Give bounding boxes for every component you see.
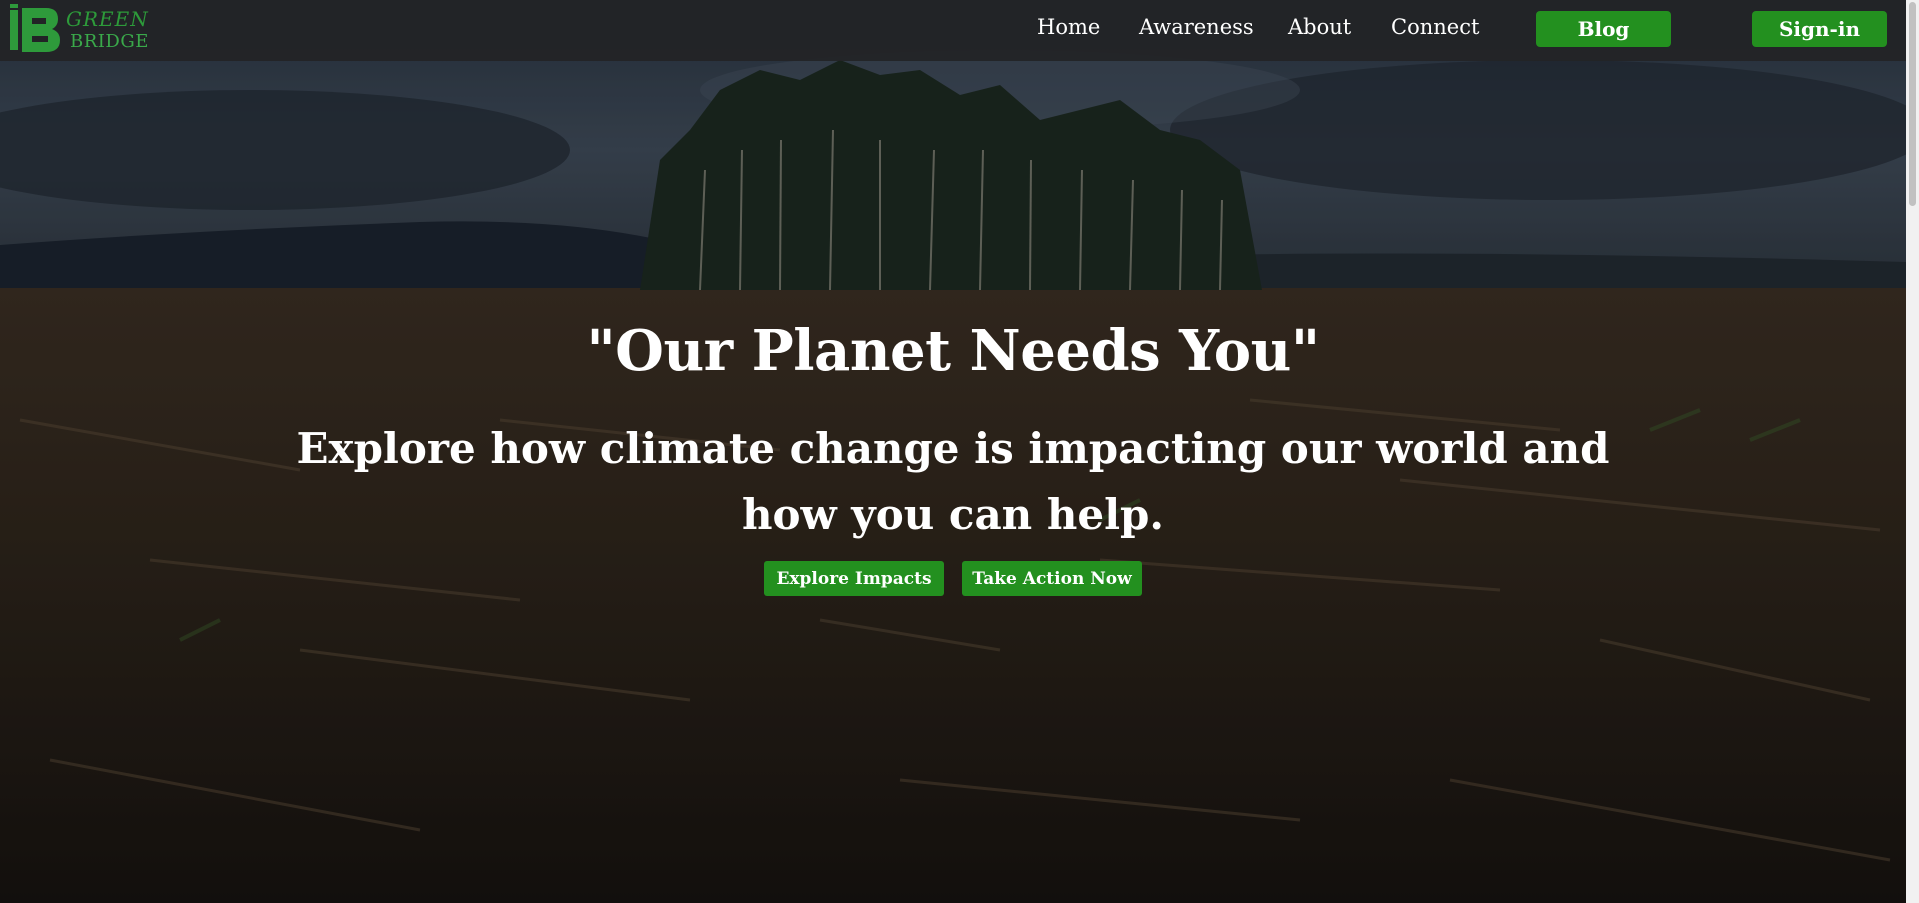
take-action-now-button[interactable]: Take Action Now <box>962 561 1142 596</box>
nav-link-about[interactable]: About <box>1288 15 1351 39</box>
nav-link-awareness[interactable]: Awareness <box>1139 15 1254 39</box>
top-navbar: GREEN BRIDGE Home Awareness About Connec… <box>0 0 1906 61</box>
blog-button[interactable]: Blog <box>1536 11 1671 47</box>
logo-text-green: GREEN <box>66 7 149 31</box>
page-scrollbar[interactable] <box>1906 0 1919 903</box>
sign-in-button[interactable]: Sign-in <box>1752 11 1887 47</box>
logo-b-icon <box>10 4 60 52</box>
explore-impacts-button[interactable]: Explore Impacts <box>764 561 944 596</box>
hero-section: "Our Planet Needs You" Explore how clima… <box>0 0 1906 903</box>
nav-link-connect[interactable]: Connect <box>1391 15 1479 39</box>
nav-link-home[interactable]: Home <box>1037 15 1100 39</box>
hero-subtitle: Explore how climate change is impacting … <box>0 416 1906 548</box>
scrollbar-thumb[interactable] <box>1909 2 1916 206</box>
hero-title: "Our Planet Needs You" <box>586 318 1320 384</box>
brand-logo[interactable]: GREEN BRIDGE <box>8 4 168 56</box>
hero-subtitle-line-2: how you can help. <box>741 490 1165 539</box>
logo-text-bridge: BRIDGE <box>70 31 149 52</box>
hero-subtitle-line-1: Explore how climate change is impacting … <box>296 424 1610 473</box>
